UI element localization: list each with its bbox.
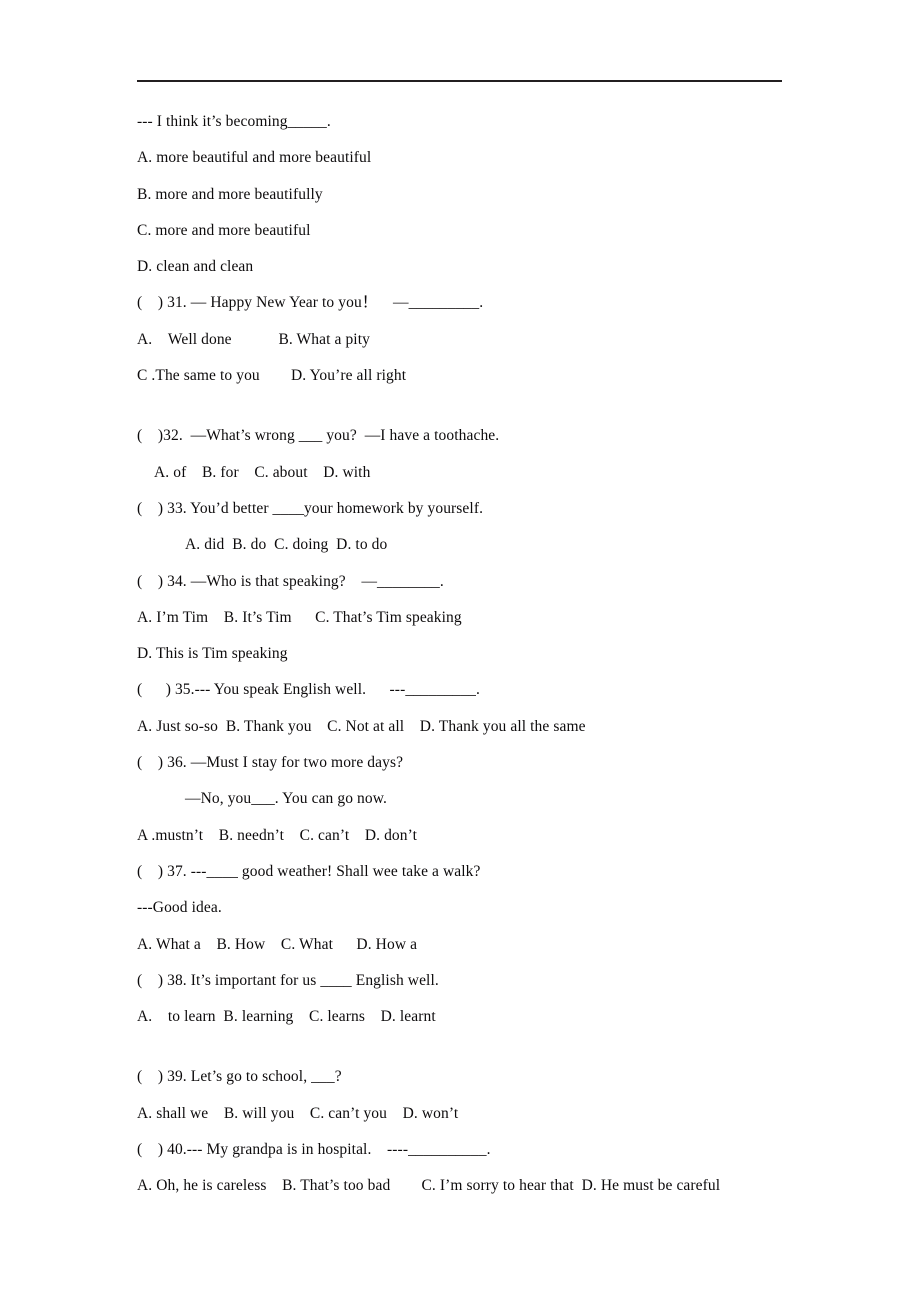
q33-options: A. did B. do C. doing D. to do — [185, 536, 388, 554]
q38-options: A. to learn B. learning C. learns D. lea… — [137, 1008, 436, 1026]
q32-options: A. of B. for C. about D. with — [154, 463, 371, 481]
q40-stem: ( ) 40.--- My grandpa is in hospital. --… — [137, 1141, 491, 1159]
q37-stem: ( ) 37. ---____ good weather! Shall wee … — [137, 862, 481, 880]
q30-option-d: D. clean and clean — [137, 258, 254, 276]
q40-options: A. Oh, he is careless B. That’s too bad … — [137, 1177, 721, 1195]
q30-option-a: A. more beautiful and more beautiful — [137, 149, 372, 167]
q34-options-abc: A. I’m Tim B. It’s Tim C. That’s Tim spe… — [137, 608, 462, 626]
q31-stem: ( ) 31. — Happy New Year to you！ —______… — [137, 294, 484, 312]
q38-stem: ( ) 38. It’s important for us ____ Engli… — [137, 971, 439, 989]
question-list: --- I think it’s becoming_____. A. more … — [137, 104, 837, 1205]
q36-stem-reply: —No, you___. You can go now. — [185, 790, 388, 808]
q36-options: A .mustn’t B. needn’t C. can’t D. don’t — [137, 826, 418, 844]
q31-options-ab: A. Well done B. What a pity — [137, 330, 370, 348]
q35-stem: ( ) 35.--- You speak English well. ---__… — [137, 681, 480, 699]
q37-stem-reply: ---Good idea. — [137, 899, 222, 917]
q32-stem: ( )32. —What’s wrong ___ you? —I have a … — [137, 427, 500, 445]
q37-options: A. What a B. How C. What D. How a — [137, 935, 418, 953]
q39-options: A. shall we B. will you C. can’t you D. … — [137, 1104, 459, 1122]
q31-options-cd: C .The same to you D. You’re all right — [137, 367, 407, 385]
q36-stem: ( ) 36. —Must I stay for two more days? — [137, 754, 404, 772]
q34-option-d: D. This is Tim speaking — [137, 645, 288, 663]
document-page: --- I think it’s becoming_____. A. more … — [0, 0, 920, 1302]
header-rule — [137, 80, 782, 82]
q30-option-b: B. more and more beautifully — [137, 185, 323, 203]
q30-option-c: C. more and more beautiful — [137, 221, 311, 239]
stem-30-prompt: --- I think it’s becoming_____. — [137, 113, 331, 130]
q35-options: A. Just so-so B. Thank you C. Not at all… — [137, 717, 586, 735]
q34-stem: ( ) 34. —Who is that speaking? —________… — [137, 572, 444, 590]
q39-stem: ( ) 39. Let’s go to school, ___? — [137, 1068, 342, 1086]
q33-stem: ( ) 33. You’d better ____your homework b… — [137, 499, 484, 517]
